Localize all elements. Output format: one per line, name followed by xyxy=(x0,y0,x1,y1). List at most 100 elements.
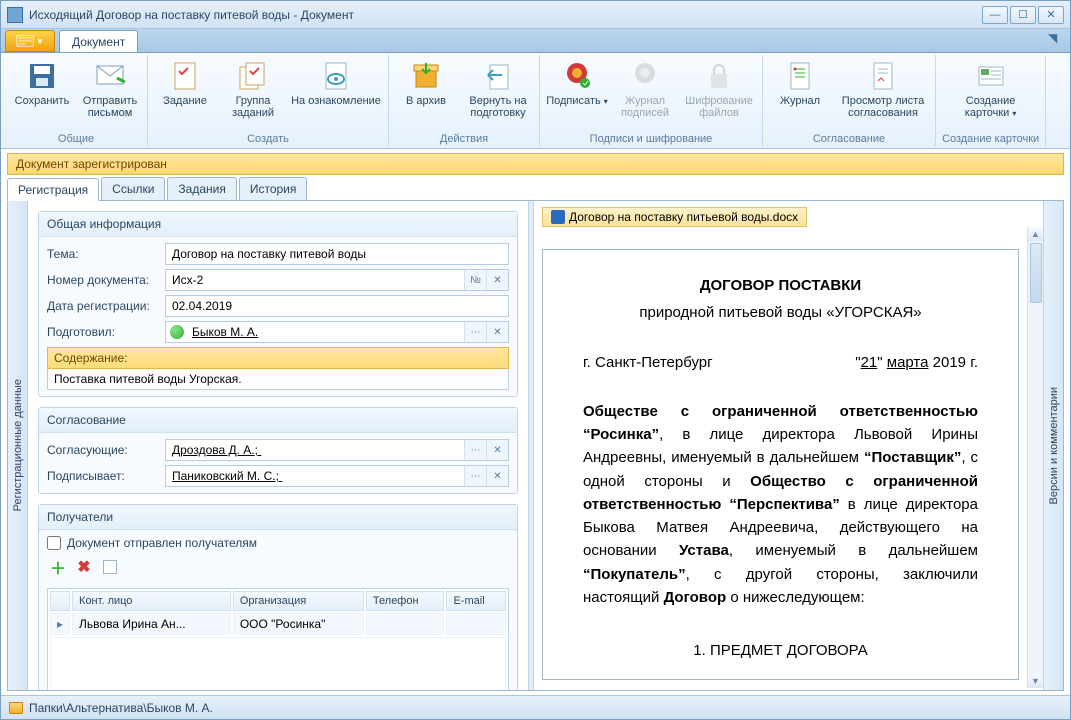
signer-input[interactable]: ⋯ ✕ xyxy=(165,465,509,487)
col-org[interactable]: Организация xyxy=(233,591,364,611)
sent-checkbox-row[interactable]: Документ отправлен получателям xyxy=(47,536,509,550)
theme-input[interactable] xyxy=(165,243,509,265)
clear-button[interactable]: ✕ xyxy=(486,440,508,460)
card-header: Согласование xyxy=(39,408,517,433)
return-button[interactable]: Вернуть на подготовку xyxy=(463,57,533,131)
docnum-input[interactable]: № ✕ xyxy=(165,269,509,291)
main-window: Исходящий Договор на поставку питевой во… xyxy=(0,0,1071,720)
tab-links[interactable]: Ссылки xyxy=(101,177,165,200)
ribbon-tab-document[interactable]: Документ xyxy=(59,30,138,52)
lookup-button[interactable]: ⋯ xyxy=(464,440,486,460)
archive-button[interactable]: В архив xyxy=(395,57,457,131)
col-phone[interactable]: Телефон xyxy=(366,591,445,611)
card-approval: Согласование Согласующие: ⋯ ✕ Подписывае… xyxy=(38,407,518,494)
approval-log-button[interactable]: Журнал xyxy=(769,57,831,131)
ribbon-help-icon[interactable]: ◥ xyxy=(1048,31,1066,49)
sent-checkbox[interactable] xyxy=(47,536,61,550)
window-title: Исходящий Договор на поставку питевой во… xyxy=(29,8,980,22)
side-tab-left[interactable]: Регистрационные данные xyxy=(8,201,28,690)
card-general: Общая информация Тема: Номер документа: … xyxy=(38,211,518,397)
maximize-button[interactable]: ☐ xyxy=(1010,6,1036,24)
group-label: Подписи и шифрование xyxy=(590,131,713,146)
mail-icon xyxy=(93,59,127,93)
clear-button[interactable]: ✕ xyxy=(486,322,508,342)
group-label: Общие xyxy=(58,131,94,146)
tab-tasks[interactable]: Задания xyxy=(167,177,236,200)
col-contact[interactable]: Конт. лицо xyxy=(72,591,231,611)
approvers-input[interactable]: ⋯ ✕ xyxy=(165,439,509,461)
review-button[interactable]: На ознакомление xyxy=(290,57,382,131)
form-panel: Общая информация Тема: Номер документа: … xyxy=(28,201,528,690)
sig-log-button: Журнал подписей xyxy=(614,57,676,131)
sign-button[interactable]: Подписать ▾ xyxy=(546,57,608,131)
journal-icon xyxy=(783,59,817,93)
recipients-toolbar: ＋ ✖ xyxy=(47,554,509,584)
archive-icon xyxy=(409,59,443,93)
num-gen-button[interactable]: № xyxy=(464,270,486,290)
desc-text[interactable]: Поставка питевой воды Угорская. xyxy=(47,369,509,390)
save-icon xyxy=(25,59,59,93)
tab-registration[interactable]: Регистрация xyxy=(7,178,99,201)
file-menu-button[interactable]: ▼ xyxy=(5,30,55,52)
create-card-button[interactable]: Создание карточки ▾ xyxy=(955,57,1027,131)
breadcrumb[interactable]: Папки\Альтернатива\Быков М. А. xyxy=(29,701,213,715)
chevron-down-icon: ▼ xyxy=(36,37,44,46)
document-preview[interactable]: • • • • • ДОГОВОР ПОСТАВКИ природной пит… xyxy=(542,249,1019,680)
encrypt-button: Шифрование файлов xyxy=(682,57,756,131)
card-header: Общая информация xyxy=(39,212,517,237)
lookup-button[interactable]: ⋯ xyxy=(464,322,486,342)
table-row[interactable]: ▸ Львова Ирина Ан... ООО "Росинка" xyxy=(50,613,506,635)
tab-history[interactable]: История xyxy=(239,177,308,200)
doc-paragraph: Обществе с ограниченной ответственностью… xyxy=(583,400,978,609)
save-button[interactable]: Сохранить xyxy=(11,57,73,131)
content-tabs: Регистрация Ссылки Задания История xyxy=(7,177,1064,201)
status-dot-icon xyxy=(170,325,184,339)
scroll-thumb[interactable] xyxy=(1030,243,1042,303)
add-button[interactable]: ＋ xyxy=(47,556,69,578)
side-tab-right[interactable]: Версии и комментарии xyxy=(1043,201,1063,690)
col-email[interactable]: E-mail xyxy=(446,591,506,611)
return-icon xyxy=(481,59,515,93)
group-label: Создать xyxy=(247,131,289,146)
attachment-chip[interactable]: Договор на поставку питьевой воды.docx xyxy=(542,207,807,227)
minimize-button[interactable]: — xyxy=(982,6,1008,24)
statusbar: Папки\Альтернатива\Быков М. А. xyxy=(1,695,1070,719)
send-mail-button[interactable]: Отправить письмом xyxy=(79,57,141,131)
seal-icon xyxy=(560,59,594,93)
task-group-icon xyxy=(236,59,270,93)
app-icon xyxy=(7,7,23,23)
regdate-input[interactable] xyxy=(165,295,509,317)
preview-scrollbar[interactable]: ▲ ▼ xyxy=(1027,227,1043,688)
docnum-label: Номер документа: xyxy=(47,273,159,287)
checkbox-icon xyxy=(103,560,117,574)
theme-label: Тема: xyxy=(47,247,159,261)
task-icon xyxy=(168,59,202,93)
num-clear-button[interactable]: ✕ xyxy=(486,270,508,290)
toggle-button[interactable] xyxy=(99,556,121,578)
group-label: Согласование xyxy=(813,131,885,146)
delete-icon: ✖ xyxy=(77,557,90,577)
delete-button[interactable]: ✖ xyxy=(73,556,95,578)
sheet-icon xyxy=(866,59,900,93)
chevron-down-icon: ▾ xyxy=(604,97,608,106)
prepared-input[interactable]: ⋯ ✕ xyxy=(165,321,509,343)
task-group-button[interactable]: Группа заданий xyxy=(222,57,284,131)
chevron-down-icon: ▾ xyxy=(1012,109,1016,118)
clear-button[interactable]: ✕ xyxy=(486,466,508,486)
group-label: Создание карточки xyxy=(942,131,1039,146)
approval-sheet-button[interactable]: Просмотр листа согласования xyxy=(837,57,929,131)
lookup-button[interactable]: ⋯ xyxy=(464,466,486,486)
ribbon-tab-strip: ▼ Документ ◥ xyxy=(1,29,1070,53)
group-label: Действия xyxy=(440,131,488,146)
scroll-down-icon[interactable]: ▼ xyxy=(1028,674,1043,688)
row-indicator-icon: ▸ xyxy=(50,613,70,635)
close-button[interactable]: ✕ xyxy=(1038,6,1064,24)
scroll-up-icon[interactable]: ▲ xyxy=(1028,227,1043,241)
desc-label: Содержание: xyxy=(47,347,509,369)
card-icon xyxy=(974,59,1008,93)
body-area: Регистрационные данные Общая информация … xyxy=(7,201,1064,691)
regdate-label: Дата регистрации: xyxy=(47,299,159,313)
preview-panel: Договор на поставку питьевой воды.docx •… xyxy=(534,201,1043,690)
task-button[interactable]: Задание xyxy=(154,57,216,131)
recipients-grid[interactable]: Конт. лицо Организация Телефон E-mail ▸ … xyxy=(47,588,509,690)
